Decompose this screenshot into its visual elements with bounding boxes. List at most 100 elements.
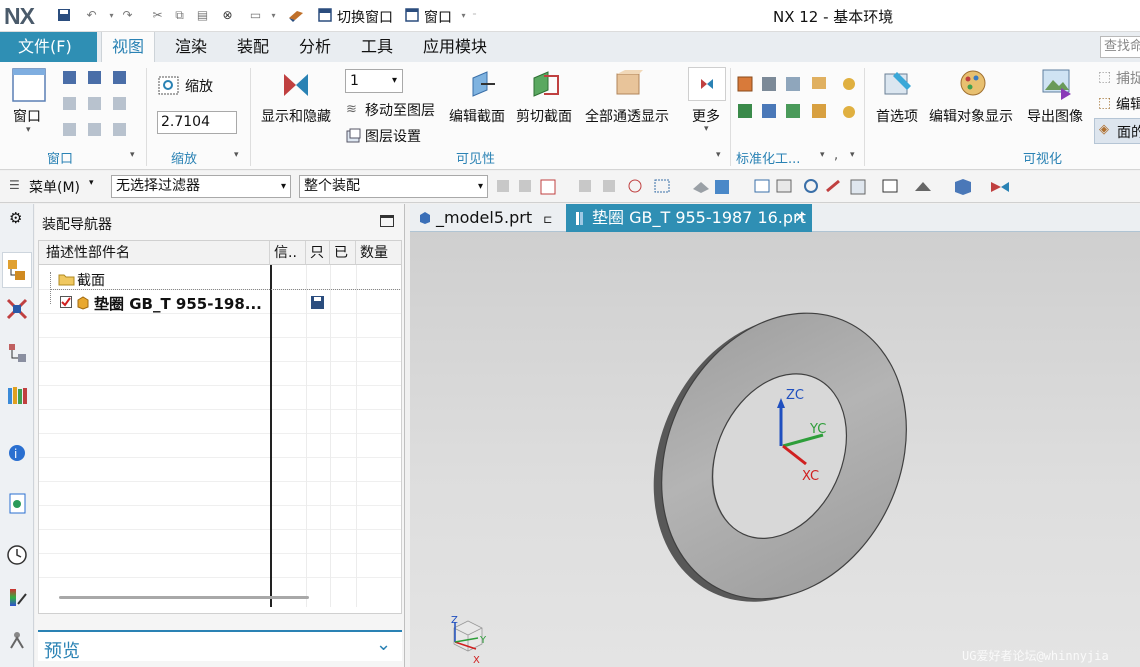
command-search-input[interactable]: 查找命 — [1100, 36, 1140, 58]
document-tab-strip: _model5.prt ⊏ 垫圈 GB_T 955-1987 16.prt ✕ — [410, 204, 1140, 232]
part-navigator-icon[interactable] — [6, 342, 28, 364]
zoom-scale-input[interactable]: 2.7104 — [157, 111, 237, 134]
gear-icon[interactable]: ⚙ — [9, 209, 22, 227]
maximize-icon[interactable] — [380, 215, 394, 227]
coins-icons[interactable] — [841, 76, 859, 120]
column-header-info[interactable]: 信.. — [270, 241, 306, 265]
more-dropdown-icon[interactable]: ▾ — [704, 124, 709, 134]
standard-tools-icons[interactable] — [737, 76, 837, 136]
column-header-name[interactable]: 描述性部件名 — [39, 241, 270, 265]
save-icon[interactable] — [56, 8, 71, 23]
preferences-label[interactable]: 首选项 — [876, 106, 918, 126]
tab-model5[interactable]: _model5.prt ⊏ — [410, 204, 566, 232]
selection-filter-select[interactable]: 无选择过滤器 ▾ — [111, 175, 291, 198]
show-hide-icon[interactable] — [280, 70, 314, 100]
zoom-icon[interactable] — [158, 76, 180, 96]
window-large-icon[interactable] — [12, 68, 46, 102]
delete-icon[interactable]: ⊗ — [220, 8, 235, 23]
tree-row-section[interactable]: 截面 — [39, 268, 270, 290]
customize-qat-icon[interactable]: ⁼ — [467, 8, 482, 23]
close-icon[interactable]: ✕ — [794, 204, 806, 232]
tab-application[interactable]: 应用模块 — [413, 32, 497, 62]
tab-view[interactable]: 视图 — [101, 32, 156, 62]
more-commands-icon[interactable] — [688, 67, 726, 101]
selection-tools-icons[interactable] — [495, 177, 1135, 197]
split-vertical-icon[interactable] — [88, 71, 101, 84]
switch-window-label[interactable]: 切换窗口 — [337, 7, 393, 27]
four-view-icon — [63, 97, 76, 110]
repeat-command-icon[interactable]: ▭ — [248, 8, 263, 23]
tab-assembly[interactable]: 装配 — [227, 32, 279, 62]
chevron-down-icon[interactable]: ⌄ — [376, 634, 391, 655]
clip-section-icon[interactable] — [530, 70, 562, 100]
column-header-readonly[interactable]: 只 — [306, 241, 330, 265]
zoom-button-label[interactable]: 缩放 — [185, 76, 213, 96]
graphics-window[interactable]: ZC YC XC Z Y X — [410, 232, 1140, 667]
system-scenes-icon[interactable] — [6, 628, 28, 650]
info-feed-icon[interactable]: i — [6, 440, 28, 462]
window-button-label[interactable]: 窗口 — [13, 106, 41, 126]
zoom-group-expand-icon[interactable]: ▾ — [234, 150, 239, 160]
constraint-navigator-icon[interactable] — [6, 298, 28, 320]
edit-section-icon[interactable] — [467, 70, 497, 100]
edit-label[interactable]: 编辑 — [1116, 94, 1140, 114]
visibility-group-expand-icon[interactable]: ▾ — [716, 150, 721, 160]
undo-dropdown-icon[interactable]: ▾ — [104, 8, 119, 23]
export-image-label[interactable]: 导出图像 — [1027, 106, 1083, 126]
preview-panel-header[interactable]: 预览 ⌄ — [38, 630, 402, 662]
work-layer-select[interactable]: 1 ▾ — [345, 69, 403, 93]
clip-section-label[interactable]: 剪切截面 — [516, 106, 572, 126]
history-icon[interactable] — [6, 544, 28, 566]
touch-mode-icon[interactable] — [288, 8, 303, 23]
extra-group-expand-icon[interactable]: ▾ — [850, 150, 855, 160]
roles-icon[interactable] — [6, 586, 28, 608]
tab-label: _model5.prt — [436, 208, 533, 227]
selection-scope-select[interactable]: 整个装配 ▾ — [299, 175, 488, 198]
single-view-icon[interactable] — [63, 71, 76, 84]
edit-object-display-icon[interactable] — [958, 68, 990, 100]
assembly-navigator-tab[interactable] — [2, 252, 32, 288]
move-to-layer-label[interactable]: 移动至图层 — [365, 100, 435, 120]
redo-icon[interactable]: ↷ — [120, 8, 135, 23]
show-hide-label[interactable]: 显示和隐藏 — [261, 106, 331, 126]
all-through-display-icon[interactable] — [613, 68, 645, 100]
web-browser-icon[interactable] — [6, 492, 28, 514]
reuse-library-icon[interactable] — [6, 384, 28, 406]
edit-object-display-label[interactable]: 编辑对象显示 — [929, 106, 1013, 126]
washer-model[interactable]: ZC YC XC Z Y X — [410, 232, 1140, 667]
window-group-expand-icon[interactable]: ▾ — [130, 150, 135, 160]
standardization-group-expand-icon[interactable]: ▾ — [820, 150, 825, 160]
window-menu-label[interactable]: 窗口 — [424, 7, 452, 27]
menu-dropdown-icon[interactable]: ▾ — [89, 178, 94, 188]
repeat-dropdown-icon[interactable]: ▾ — [266, 8, 281, 23]
undo-icon[interactable]: ↶ — [84, 8, 99, 23]
menu-icon[interactable]: ☰ — [9, 178, 20, 192]
file-menu-tab[interactable]: 文件(F) — [0, 32, 97, 62]
preferences-icon[interactable] — [883, 68, 915, 100]
copy-icon[interactable]: ⧉ — [172, 8, 187, 23]
cut-icon[interactable]: ✂ — [150, 8, 165, 23]
tab-render[interactable]: 渲染 — [165, 32, 217, 62]
edit-icon[interactable]: ⬚ — [1098, 95, 1111, 111]
tab-tools[interactable]: 工具 — [351, 32, 403, 62]
edit-section-label[interactable]: 编辑截面 — [449, 106, 505, 126]
column-header-quantity[interactable]: 数量 — [356, 241, 401, 265]
face-analysis-button[interactable]: ◈ 面的 — [1094, 118, 1140, 144]
layer-settings-label[interactable]: 图层设置 — [365, 126, 421, 146]
paste-icon[interactable]: ▤ — [195, 8, 210, 23]
tree-row-part[interactable]: 垫圈 GB_T 955-198... — [39, 292, 401, 314]
menu-button-label[interactable]: 菜单(M) — [29, 177, 80, 197]
all-through-display-label[interactable]: 全部通透显示 — [585, 106, 669, 126]
export-image-icon[interactable] — [1041, 68, 1073, 100]
tab-washer-part[interactable]: 垫圈 GB_T 955-1987 16.prt ✕ — [566, 204, 812, 232]
switch-window-icon[interactable] — [317, 8, 332, 23]
window-dropdown-icon[interactable]: ▾ — [26, 125, 31, 135]
column-header-modified[interactable]: 已 — [330, 241, 356, 265]
tab-analysis[interactable]: 分析 — [289, 32, 341, 62]
layer-settings-icon[interactable] — [346, 128, 361, 143]
window-icon[interactable] — [404, 8, 419, 23]
horizontal-scrollbar[interactable] — [59, 596, 309, 599]
split-horizontal-icon[interactable] — [113, 71, 126, 84]
more-label[interactable]: 更多 — [692, 106, 720, 126]
visibility-checkbox[interactable] — [60, 296, 72, 308]
